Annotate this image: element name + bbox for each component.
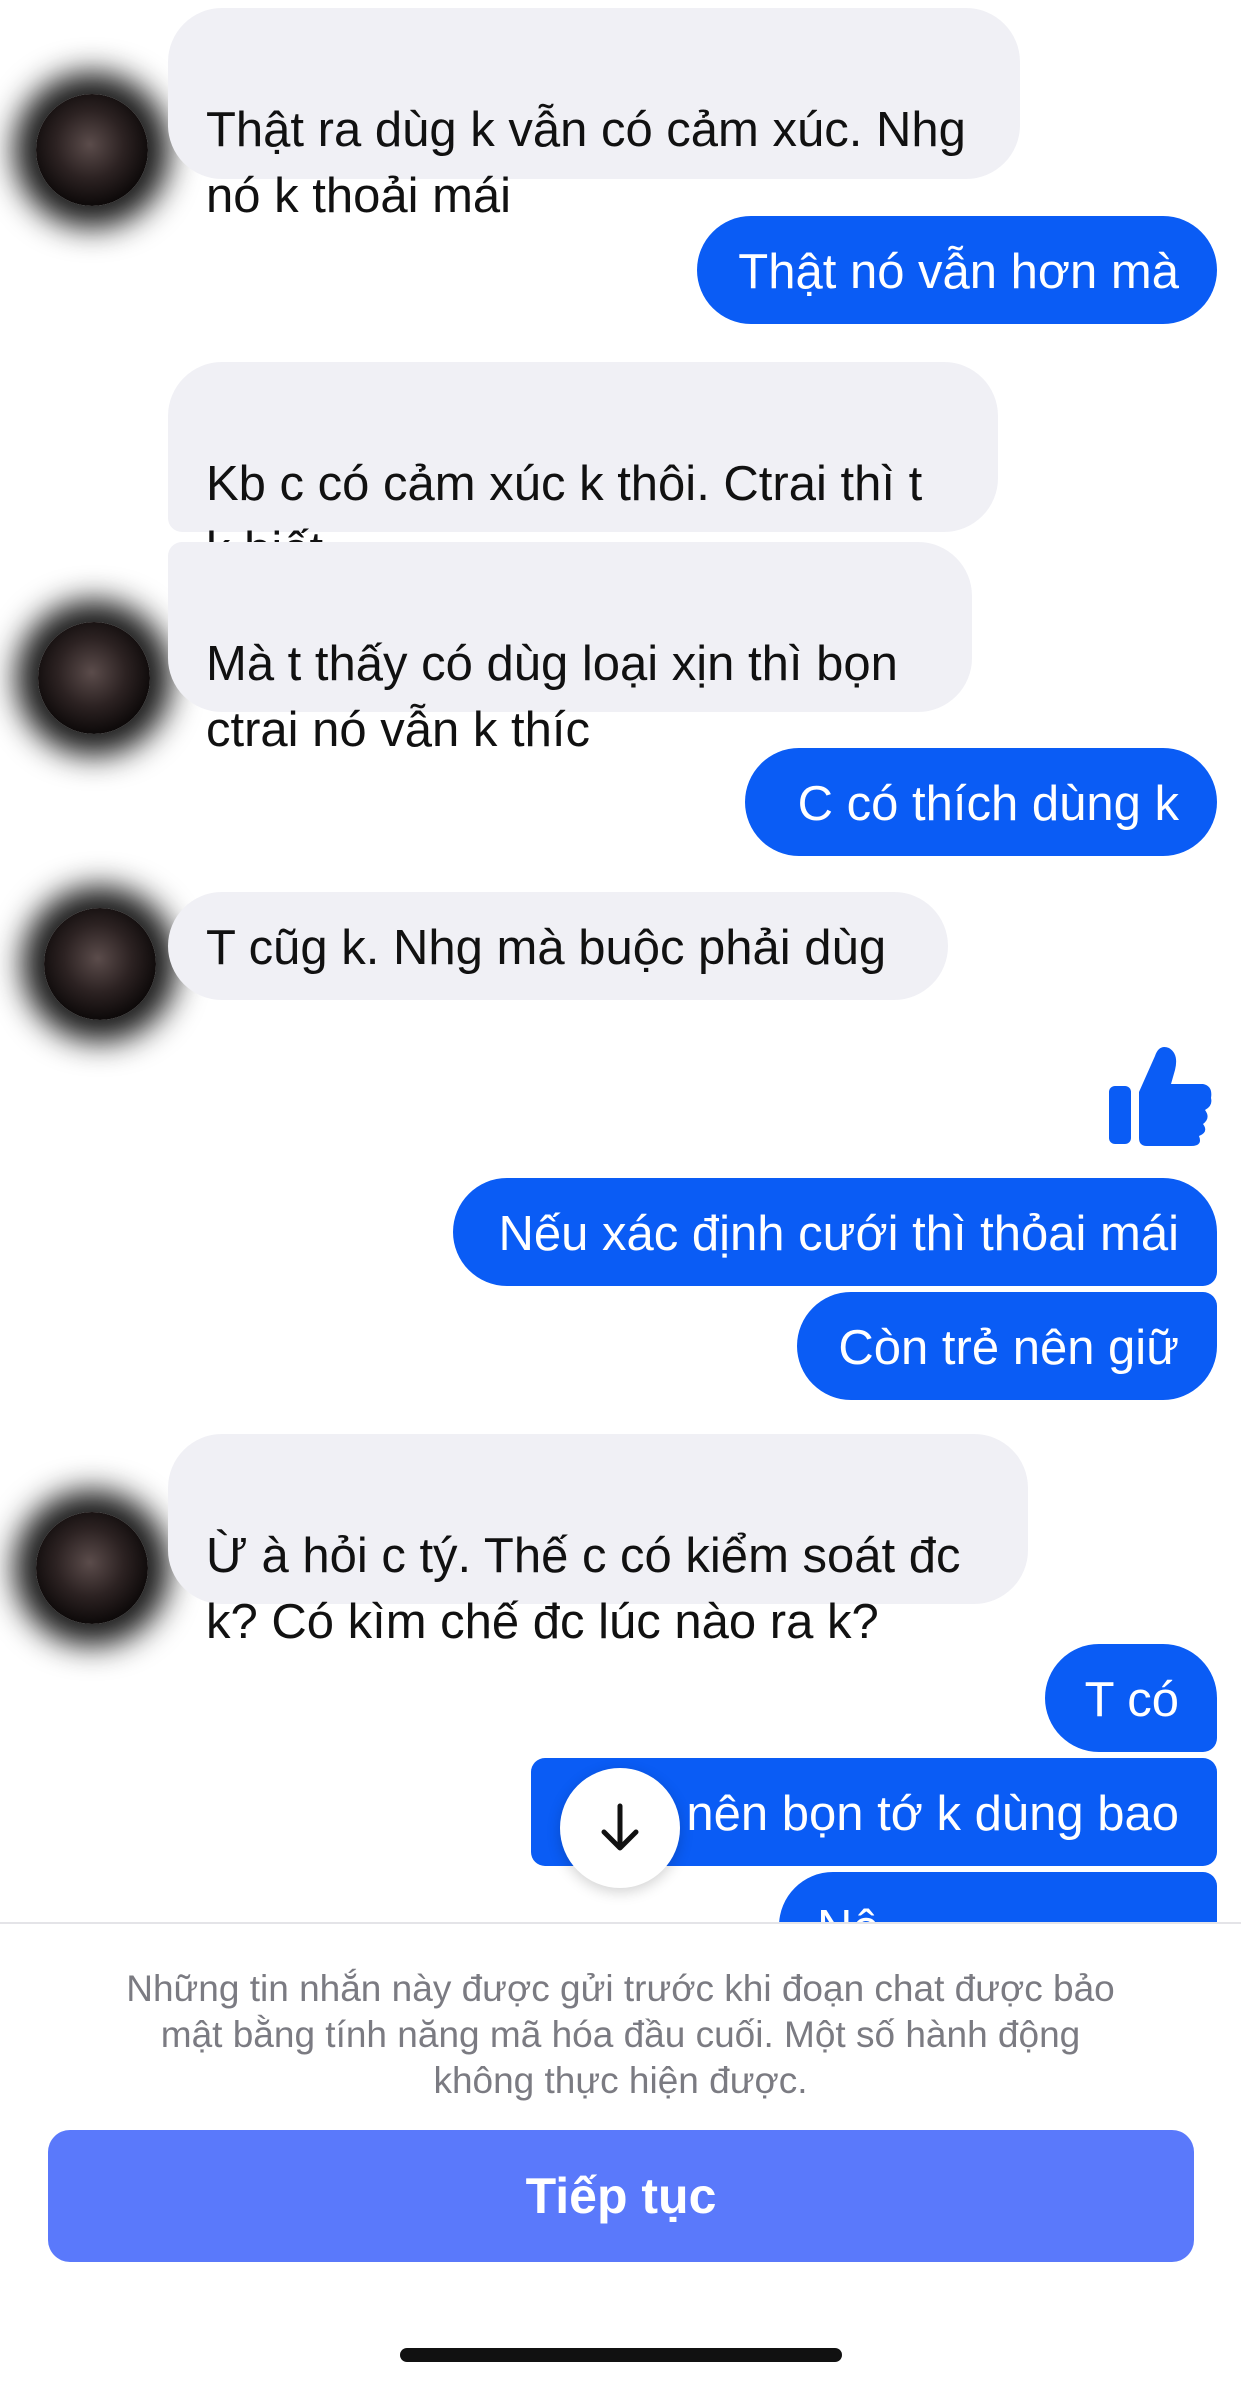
message-text: Còn trẻ nên giữ: [838, 1321, 1179, 1375]
continue-button[interactable]: Tiếp tục: [48, 2130, 1194, 2262]
contact-avatar[interactable]: [38, 622, 150, 734]
message-bubble-outgoing[interactable]: Thật nó vẫn hơn mà: [697, 216, 1217, 324]
message-text: nên bọn tớ k dùng bao: [686, 1787, 1179, 1841]
encryption-notice-panel: Những tin nhắn này được gửi trước khi đo…: [0, 1922, 1241, 2392]
message-bubble-outgoing[interactable]: T có: [1045, 1644, 1217, 1752]
message-bubble-outgoing[interactable]: Còn trẻ nên giữ: [797, 1292, 1217, 1400]
encryption-notice-text: Những tin nhắn này được gửi trước khi đo…: [126, 1968, 1115, 2101]
message-text: C có thích dùng k: [797, 777, 1179, 831]
message-text: Nê: [817, 1901, 880, 1922]
message-text: T cũg k. Nhg mà buộc phải dùg: [206, 921, 887, 975]
home-indicator[interactable]: [400, 2348, 842, 2362]
message-bubble-outgoing[interactable]: Nếu xác định cưới thì thỏai mái: [453, 1178, 1217, 1286]
thumbs-up-icon[interactable]: [1105, 1040, 1215, 1150]
message-text: Mà t thấy có dùg loại xịn thì bọn ctrai …: [206, 637, 898, 757]
message-text: Thật nó vẫn hơn mà: [738, 245, 1179, 299]
message-text: Ừ à hỏi c tý. Thế c có kiểm soát đc k? C…: [206, 1529, 961, 1649]
contact-avatar[interactable]: [36, 1512, 148, 1624]
message-bubble-incoming[interactable]: Mà t thấy có dùg loại xịn thì bọn ctrai …: [168, 542, 972, 757]
message-text: Thật ra dùg k vẫn có cảm xúc. Nhg nó k t…: [206, 103, 966, 223]
message-bubble-outgoing[interactable]: C có thích dùng k: [745, 748, 1217, 856]
scroll-to-bottom-button[interactable]: [560, 1768, 680, 1888]
message-bubble-outgoing[interactable]: Nê: [779, 1872, 1217, 1922]
message-bubble-incoming[interactable]: Thật ra dùg k vẫn có cảm xúc. Nhg nó k t…: [168, 8, 1020, 223]
contact-avatar[interactable]: [44, 908, 156, 1020]
message-text: T có: [1084, 1673, 1179, 1727]
message-bubble-incoming[interactable]: Ừ à hỏi c tý. Thế c có kiểm soát đc k? C…: [168, 1434, 1028, 1649]
contact-avatar[interactable]: [36, 94, 148, 206]
arrow-down-icon: [601, 1803, 639, 1851]
message-bubble-incoming[interactable]: T cũg k. Nhg mà buộc phải dùg: [168, 892, 948, 1000]
message-list[interactable]: Thật ra dùg k vẫn có cảm xúc. Nhg nó k t…: [0, 0, 1241, 1922]
message-text: Nếu xác định cưới thì thỏai mái: [498, 1207, 1179, 1261]
message-bubble-incoming[interactable]: Kb c có cảm xúc k thôi. Ctrai thì t k bi…: [168, 362, 998, 577]
